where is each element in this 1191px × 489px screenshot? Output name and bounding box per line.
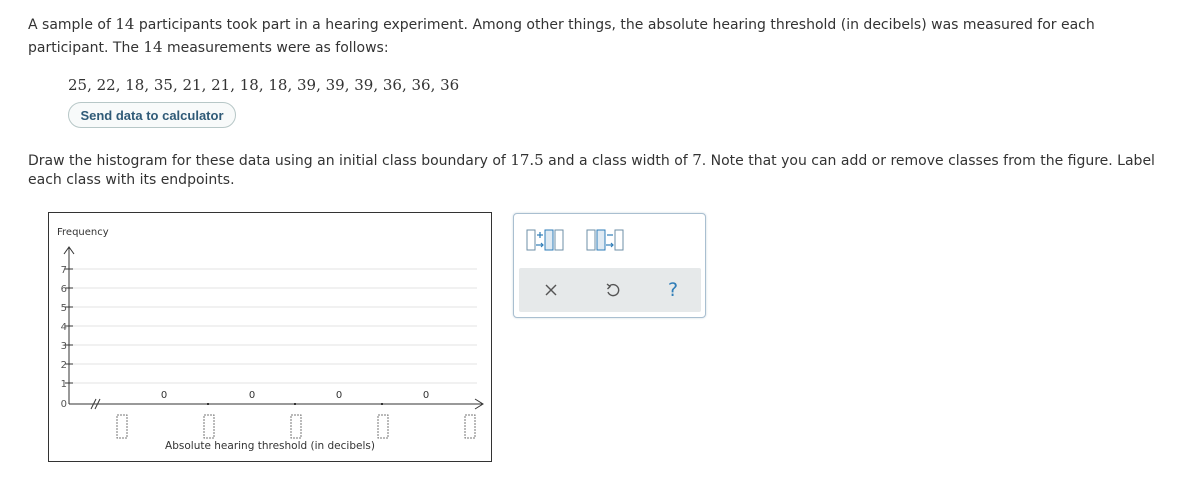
send-data-button[interactable]: Send data to calculator — [68, 102, 236, 128]
help-button[interactable]: ? — [659, 276, 687, 304]
gridlines — [69, 268, 477, 384]
measurements-list: 25, 22, 18, 35, 21, 21, 18, 18, 39, 39, … — [68, 76, 460, 94]
instruction-line2: each class with its endpoints. — [28, 172, 235, 188]
y-tick-label: 4 — [61, 322, 67, 333]
y-tick-label: 5 — [61, 303, 67, 314]
histogram-canvas: Frequency 0 1 2 3 4 5 6 7 0 0 0 0 Absolu… — [57, 227, 484, 452]
add-class-button[interactable] — [524, 226, 568, 254]
instruction-text: and a class width of — [543, 153, 693, 169]
bar-frequency-label: 0 — [336, 390, 342, 401]
undo-button[interactable] — [601, 278, 625, 302]
histogram-graph[interactable]: Frequency 0 1 2 3 4 5 6 7 0 0 0 0 Absolu… — [48, 212, 492, 462]
problem-intro-line2: participant. The 14 measurements were as… — [28, 36, 389, 60]
clear-button[interactable] — [539, 278, 563, 302]
bar-frequency-label: 0 — [161, 390, 167, 401]
close-icon — [545, 284, 557, 296]
intro-text: participants took part in a hearing expe… — [134, 17, 1095, 33]
class-endpoint-input[interactable] — [464, 414, 476, 439]
tool-actions-row: ? — [519, 268, 701, 312]
bar-frequency-label: 0 — [249, 390, 255, 401]
class-endpoint-input[interactable] — [290, 414, 302, 439]
y-tick-label: 6 — [61, 284, 67, 295]
initial-boundary: 17.5 — [510, 151, 544, 169]
intro-text: participant. The — [28, 40, 144, 56]
y-tick-label: 3 — [61, 341, 67, 352]
class-width: 7 — [692, 151, 702, 169]
class-endpoint-input[interactable] — [203, 414, 215, 439]
instruction-text: . Note that you can add or remove classe… — [701, 153, 1155, 169]
add-class-icon — [526, 229, 564, 251]
y-tick-label: 2 — [61, 360, 67, 371]
y-tick-label: 0 — [61, 399, 67, 410]
y-tick-label: 7 — [61, 265, 67, 276]
problem-intro-line1: A sample of 14 participants took part in… — [28, 13, 1095, 37]
instruction-text: Draw the histogram for these data using … — [28, 153, 511, 169]
tool-panel: ? — [513, 213, 706, 318]
class-endpoint-input[interactable] — [116, 414, 128, 439]
y-axis-label: Frequency — [57, 227, 109, 238]
remove-class-button[interactable] — [584, 226, 628, 254]
class-endpoint-input[interactable] — [377, 414, 389, 439]
intro-text: measurements were as follows: — [162, 40, 389, 56]
undo-icon — [606, 283, 620, 297]
remove-class-icon — [586, 229, 624, 251]
sample-size: 14 — [143, 38, 163, 56]
x-axis-label: Absolute hearing threshold (in decibels) — [165, 440, 375, 452]
bar-frequency-label: 0 — [423, 390, 429, 401]
y-tick-label: 1 — [61, 379, 67, 390]
intro-text: A sample of — [28, 17, 116, 33]
sample-size: 14 — [115, 15, 135, 33]
